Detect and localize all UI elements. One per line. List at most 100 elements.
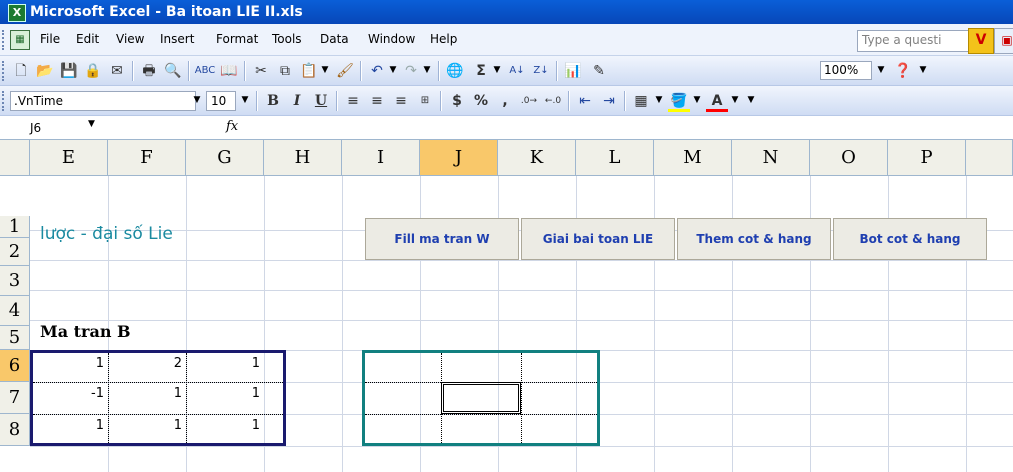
workbook-icon[interactable]: ▦ (10, 30, 30, 50)
print-icon[interactable]: 🖶 (138, 60, 160, 82)
print-preview-icon[interactable]: 🔍 (162, 60, 184, 82)
chart-wizard-icon[interactable]: 📊 (562, 60, 584, 82)
bold-button[interactable]: B (262, 90, 284, 112)
align-left-icon[interactable]: ≡ (342, 90, 364, 112)
bot-cot-hang-button[interactable]: Bot cot & hang (833, 218, 987, 260)
column-header-l[interactable]: L (576, 140, 654, 176)
row-header-5[interactable]: 5 (0, 326, 30, 350)
email-icon[interactable]: ✉ (106, 60, 128, 82)
column-header-q[interactable] (966, 140, 1013, 176)
copy-icon[interactable]: ⧉ (274, 60, 296, 82)
row-header-1[interactable]: 1 (0, 216, 30, 238)
font-dropdown-icon[interactable]: ▼ (190, 91, 204, 110)
autosum-icon[interactable]: Σ (470, 60, 492, 82)
column-header-p[interactable]: P (888, 140, 966, 176)
fill-ma-tran-w-button[interactable]: Fill ma tran W (365, 218, 519, 260)
fill-color-dropdown-icon[interactable]: ▼ (690, 91, 704, 110)
column-header-f[interactable]: F (108, 140, 186, 176)
column-header-k[interactable]: K (498, 140, 576, 176)
font-size-field[interactable]: 10 (206, 91, 236, 111)
row-header-8[interactable]: 8 (0, 414, 30, 446)
decrease-indent-icon[interactable]: ⇤ (574, 90, 596, 112)
currency-button[interactable]: $ (446, 90, 468, 112)
column-header-h[interactable]: H (264, 140, 342, 176)
sort-descending-icon[interactable]: Z↓ (530, 60, 552, 82)
toolbar-gripper (2, 91, 7, 111)
active-cell-j6[interactable] (441, 382, 521, 414)
row-header-2[interactable]: 2 (0, 238, 30, 266)
column-header-i[interactable]: I (342, 140, 420, 176)
open-icon[interactable]: 📂 (34, 60, 56, 82)
them-cot-hang-button[interactable]: Them cot & hang (677, 218, 831, 260)
spelling-icon[interactable]: ABC (194, 60, 216, 82)
vietkey-icon[interactable]: V (968, 28, 994, 54)
insert-function-icon[interactable]: fx (226, 119, 238, 134)
permission-icon[interactable]: 🔒 (82, 60, 104, 82)
research-icon[interactable]: 📖 (218, 60, 240, 82)
column-header-e[interactable]: E (30, 140, 108, 176)
menu-insert[interactable]: Insert (160, 32, 194, 46)
giai-bai-toan-lie-button[interactable]: Giai bai toan LIE (521, 218, 675, 260)
row-header-4[interactable]: 4 (0, 296, 30, 326)
name-box-dropdown-icon[interactable]: ▼ (88, 119, 95, 129)
column-header-j[interactable]: J (420, 140, 498, 176)
merge-center-icon[interactable]: ⊞ (414, 90, 436, 112)
decrease-decimal-icon[interactable]: ←.0 (542, 90, 564, 112)
help-question-box[interactable]: Type a questi (857, 30, 971, 52)
comma-button[interactable]: , (494, 90, 516, 112)
menu-file[interactable]: File (40, 32, 60, 46)
paste-dropdown-icon[interactable]: ▼ (318, 61, 332, 80)
menu-edit[interactable]: Edit (76, 32, 99, 46)
column-header-g[interactable]: G (186, 140, 264, 176)
row-header-3[interactable]: 3 (0, 266, 30, 296)
fill-color-icon[interactable]: 🪣 (668, 90, 690, 112)
font-color-dropdown-icon[interactable]: ▼ (728, 91, 742, 110)
autosum-dropdown-icon[interactable]: ▼ (490, 61, 504, 80)
select-all-corner[interactable] (0, 140, 30, 176)
save-icon[interactable]: 💾 (58, 60, 80, 82)
increase-indent-icon[interactable]: ⇥ (598, 90, 620, 112)
underline-button[interactable]: U (310, 90, 332, 112)
column-header-n[interactable]: N (732, 140, 810, 176)
format-painter-icon[interactable]: 🖌 (334, 60, 356, 82)
zoom-field[interactable]: 100% (820, 61, 872, 80)
menu-tools[interactable]: Tools (272, 32, 302, 46)
menu-window[interactable]: Window (368, 32, 415, 46)
column-header-o[interactable]: O (810, 140, 888, 176)
percent-button[interactable]: % (470, 90, 492, 112)
increase-decimal-icon[interactable]: .0→ (518, 90, 540, 112)
font-color-icon[interactable]: A (706, 90, 728, 112)
undo-dropdown-icon[interactable]: ▼ (386, 61, 400, 80)
borders-icon[interactable]: ▦ (630, 90, 652, 112)
cut-icon[interactable]: ✂ (250, 60, 272, 82)
menu-help[interactable]: Help (430, 32, 457, 46)
menu-gripper[interactable] (2, 30, 7, 50)
toolbar-options-icon[interactable]: ▼ (744, 91, 758, 110)
zoom-dropdown-icon[interactable]: ▼ (874, 61, 888, 80)
font-size-dropdown-icon[interactable]: ▼ (238, 91, 252, 110)
addin-icon[interactable]: ▣ (994, 28, 1013, 54)
paste-icon[interactable]: 📋 (298, 60, 320, 82)
font-name-field[interactable]: .VnTime (10, 91, 196, 111)
row-header-7[interactable]: 7 (0, 382, 30, 414)
column-header-m[interactable]: M (654, 140, 732, 176)
new-icon[interactable]: 🗋 (10, 60, 32, 82)
drawing-icon[interactable]: ✎ (588, 60, 610, 82)
undo-icon[interactable]: ↶ (366, 60, 388, 82)
formula-input[interactable] (250, 119, 1000, 137)
sort-ascending-icon[interactable]: A↓ (506, 60, 528, 82)
help-icon[interactable]: ❓ (892, 60, 914, 82)
row-header-6[interactable]: 6 (0, 350, 30, 382)
menu-data[interactable]: Data (320, 32, 349, 46)
align-center-icon[interactable]: ≡ (366, 90, 388, 112)
redo-icon[interactable]: ↷ (400, 60, 422, 82)
align-right-icon[interactable]: ≡ (390, 90, 412, 112)
redo-dropdown-icon[interactable]: ▼ (420, 61, 434, 80)
italic-button[interactable]: I (286, 90, 308, 112)
name-box[interactable]: J6 (10, 118, 130, 138)
toolbar-options-icon[interactable]: ▼ (916, 61, 930, 80)
menu-format[interactable]: Format (216, 32, 258, 46)
hyperlink-icon[interactable]: 🌐 (444, 60, 466, 82)
borders-dropdown-icon[interactable]: ▼ (652, 91, 666, 110)
menu-view[interactable]: View (116, 32, 144, 46)
